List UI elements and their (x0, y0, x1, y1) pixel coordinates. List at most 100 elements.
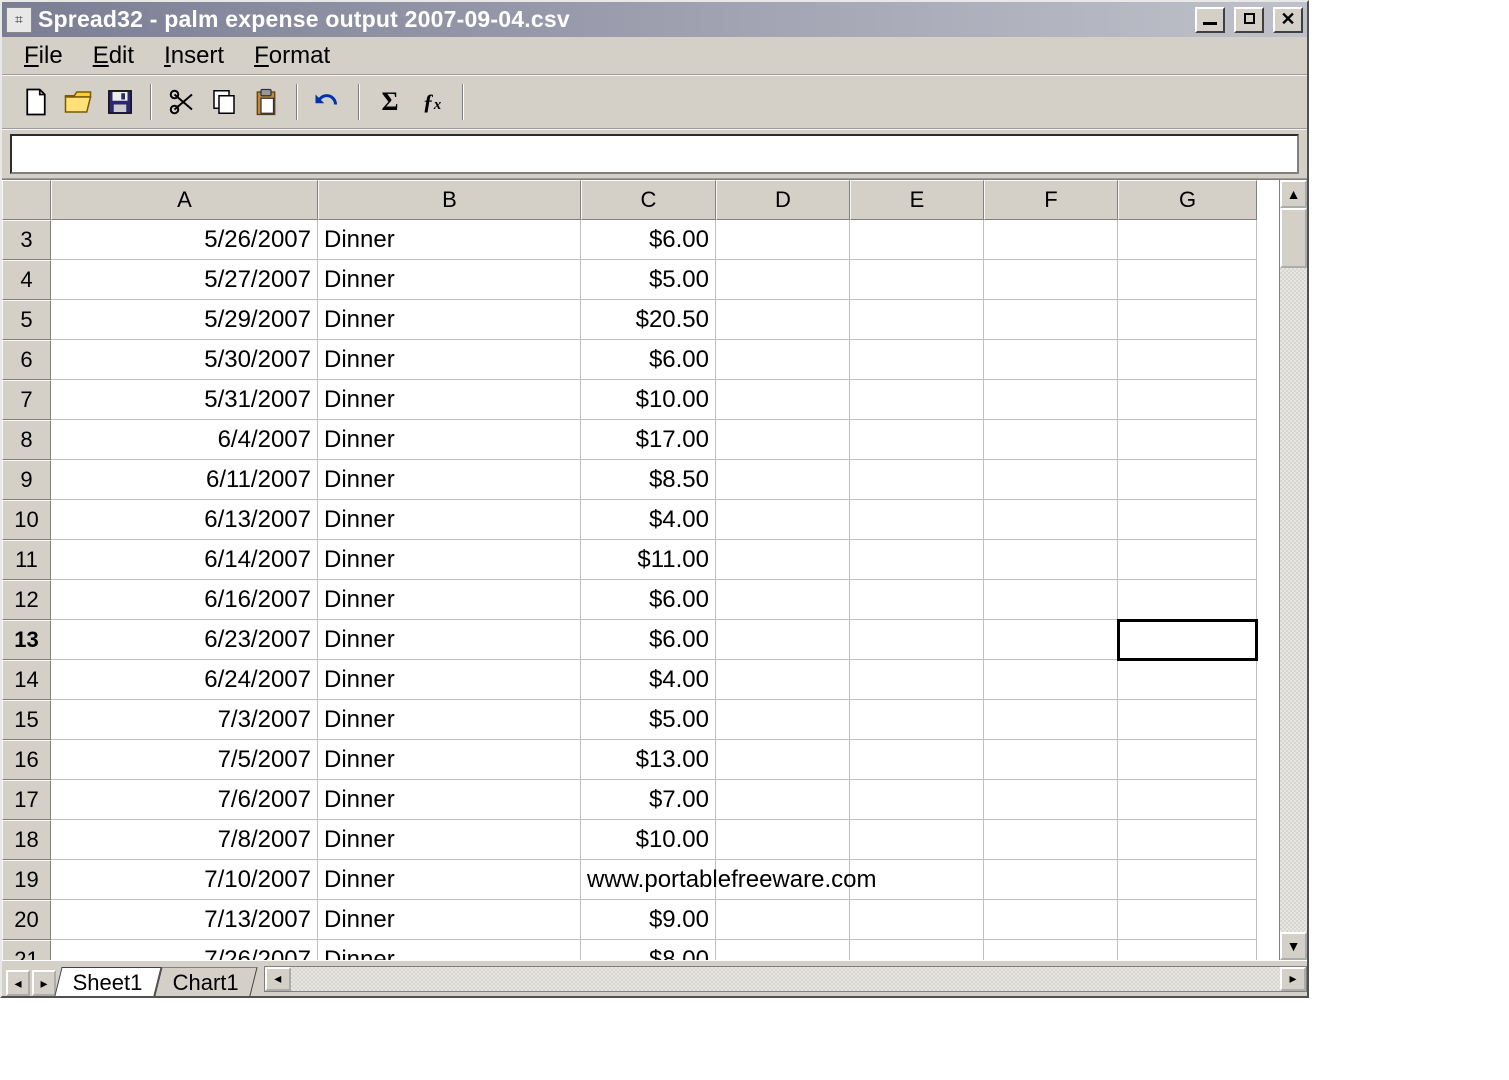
cell-C14[interactable]: $4.00 (581, 660, 716, 700)
cell-C15[interactable]: $5.00 (581, 700, 716, 740)
cell-D12[interactable] (716, 580, 850, 620)
cell-A3[interactable]: 5/26/2007 (51, 220, 318, 260)
cell-B10[interactable]: Dinner (318, 500, 581, 540)
cell-D13[interactable] (716, 620, 850, 660)
cell-E14[interactable] (850, 660, 984, 700)
cell-G6[interactable] (1118, 340, 1257, 380)
cell-C19[interactable]: www.portablefreeware.com (581, 860, 716, 900)
cell-D17[interactable] (716, 780, 850, 820)
cell-B7[interactable]: Dinner (318, 380, 581, 420)
cell-E5[interactable] (850, 300, 984, 340)
close-button[interactable]: ✕ (1273, 7, 1303, 33)
column-header-E[interactable]: E (850, 180, 984, 220)
cell-F6[interactable] (984, 340, 1118, 380)
cell-F17[interactable] (984, 780, 1118, 820)
row-header[interactable]: 12 (2, 580, 51, 620)
cell-A15[interactable]: 7/3/2007 (51, 700, 318, 740)
scroll-up-button[interactable]: ▲ (1280, 180, 1307, 208)
cell-G20[interactable] (1118, 900, 1257, 940)
cell-E7[interactable] (850, 380, 984, 420)
cell-F21[interactable] (984, 940, 1118, 960)
cell-F7[interactable] (984, 380, 1118, 420)
cell-G15[interactable] (1118, 700, 1257, 740)
cell-G8[interactable] (1118, 420, 1257, 460)
cell-E10[interactable] (850, 500, 984, 540)
cell-F12[interactable] (984, 580, 1118, 620)
cell-A19[interactable]: 7/10/2007 (51, 860, 318, 900)
scroll-thumb[interactable] (1280, 208, 1307, 268)
row-header[interactable]: 5 (2, 300, 51, 340)
cell-F11[interactable] (984, 540, 1118, 580)
cell-E6[interactable] (850, 340, 984, 380)
cell-B4[interactable]: Dinner (318, 260, 581, 300)
cell-C6[interactable]: $6.00 (581, 340, 716, 380)
cell-C7[interactable]: $10.00 (581, 380, 716, 420)
cell-G13[interactable] (1118, 620, 1257, 660)
sheet-tab-sheet1[interactable]: Sheet1 (54, 967, 161, 996)
tab-nav-next[interactable]: ▸ (32, 970, 56, 996)
scroll-left-button[interactable]: ◂ (265, 967, 291, 991)
row-header[interactable]: 17 (2, 780, 51, 820)
horizontal-scrollbar[interactable]: ◂ ▸ (264, 966, 1307, 992)
formula-input[interactable] (10, 134, 1299, 174)
cell-A4[interactable]: 5/27/2007 (51, 260, 318, 300)
column-header-A[interactable]: A (51, 180, 318, 220)
cell-E8[interactable] (850, 420, 984, 460)
cell-D21[interactable] (716, 940, 850, 960)
row-header[interactable]: 19 (2, 860, 51, 900)
cell-G12[interactable] (1118, 580, 1257, 620)
cell-B18[interactable]: Dinner (318, 820, 581, 860)
row-header[interactable]: 15 (2, 700, 51, 740)
cell-B12[interactable]: Dinner (318, 580, 581, 620)
cell-E21[interactable] (850, 940, 984, 960)
cell-C18[interactable]: $10.00 (581, 820, 716, 860)
row-header[interactable]: 21 (2, 940, 51, 960)
new-button[interactable] (16, 82, 56, 122)
cell-A11[interactable]: 6/14/2007 (51, 540, 318, 580)
cell-C5[interactable]: $20.50 (581, 300, 716, 340)
cell-C16[interactable]: $13.00 (581, 740, 716, 780)
cell-A6[interactable]: 5/30/2007 (51, 340, 318, 380)
sheet-tab-chart1[interactable]: Chart1 (154, 967, 257, 996)
cell-C10[interactable]: $4.00 (581, 500, 716, 540)
cell-G9[interactable] (1118, 460, 1257, 500)
minimize-button[interactable] (1195, 7, 1225, 33)
cell-D10[interactable] (716, 500, 850, 540)
cell-F8[interactable] (984, 420, 1118, 460)
cell-G17[interactable] (1118, 780, 1257, 820)
cell-E16[interactable] (850, 740, 984, 780)
cell-G4[interactable] (1118, 260, 1257, 300)
row-header[interactable]: 8 (2, 420, 51, 460)
row-header[interactable]: 20 (2, 900, 51, 940)
row-header[interactable]: 11 (2, 540, 51, 580)
cell-B19[interactable]: Dinner (318, 860, 581, 900)
column-header-C[interactable]: C (581, 180, 716, 220)
cell-B9[interactable]: Dinner (318, 460, 581, 500)
cell-D11[interactable] (716, 540, 850, 580)
hscroll-track[interactable] (291, 967, 1280, 991)
autosum-button[interactable]: Σ (370, 82, 410, 122)
cell-G21[interactable] (1118, 940, 1257, 960)
cell-E11[interactable] (850, 540, 984, 580)
cell-D4[interactable] (716, 260, 850, 300)
save-button[interactable] (100, 82, 140, 122)
cell-E13[interactable] (850, 620, 984, 660)
cell-C12[interactable]: $6.00 (581, 580, 716, 620)
copy-button[interactable] (204, 82, 244, 122)
menu-file[interactable]: File (16, 40, 71, 72)
row-header[interactable]: 10 (2, 500, 51, 540)
cell-B3[interactable]: Dinner (318, 220, 581, 260)
cell-F18[interactable] (984, 820, 1118, 860)
scroll-right-button[interactable]: ▸ (1280, 967, 1306, 991)
cell-E20[interactable] (850, 900, 984, 940)
cell-F5[interactable] (984, 300, 1118, 340)
cell-B6[interactable]: Dinner (318, 340, 581, 380)
cell-G5[interactable] (1118, 300, 1257, 340)
cell-C11[interactable]: $11.00 (581, 540, 716, 580)
column-header-D[interactable]: D (716, 180, 850, 220)
cell-B15[interactable]: Dinner (318, 700, 581, 740)
undo-button[interactable] (308, 82, 348, 122)
column-header-F[interactable]: F (984, 180, 1118, 220)
vertical-scrollbar[interactable]: ▲ ▼ (1279, 180, 1307, 960)
menu-format[interactable]: Format (246, 40, 338, 72)
